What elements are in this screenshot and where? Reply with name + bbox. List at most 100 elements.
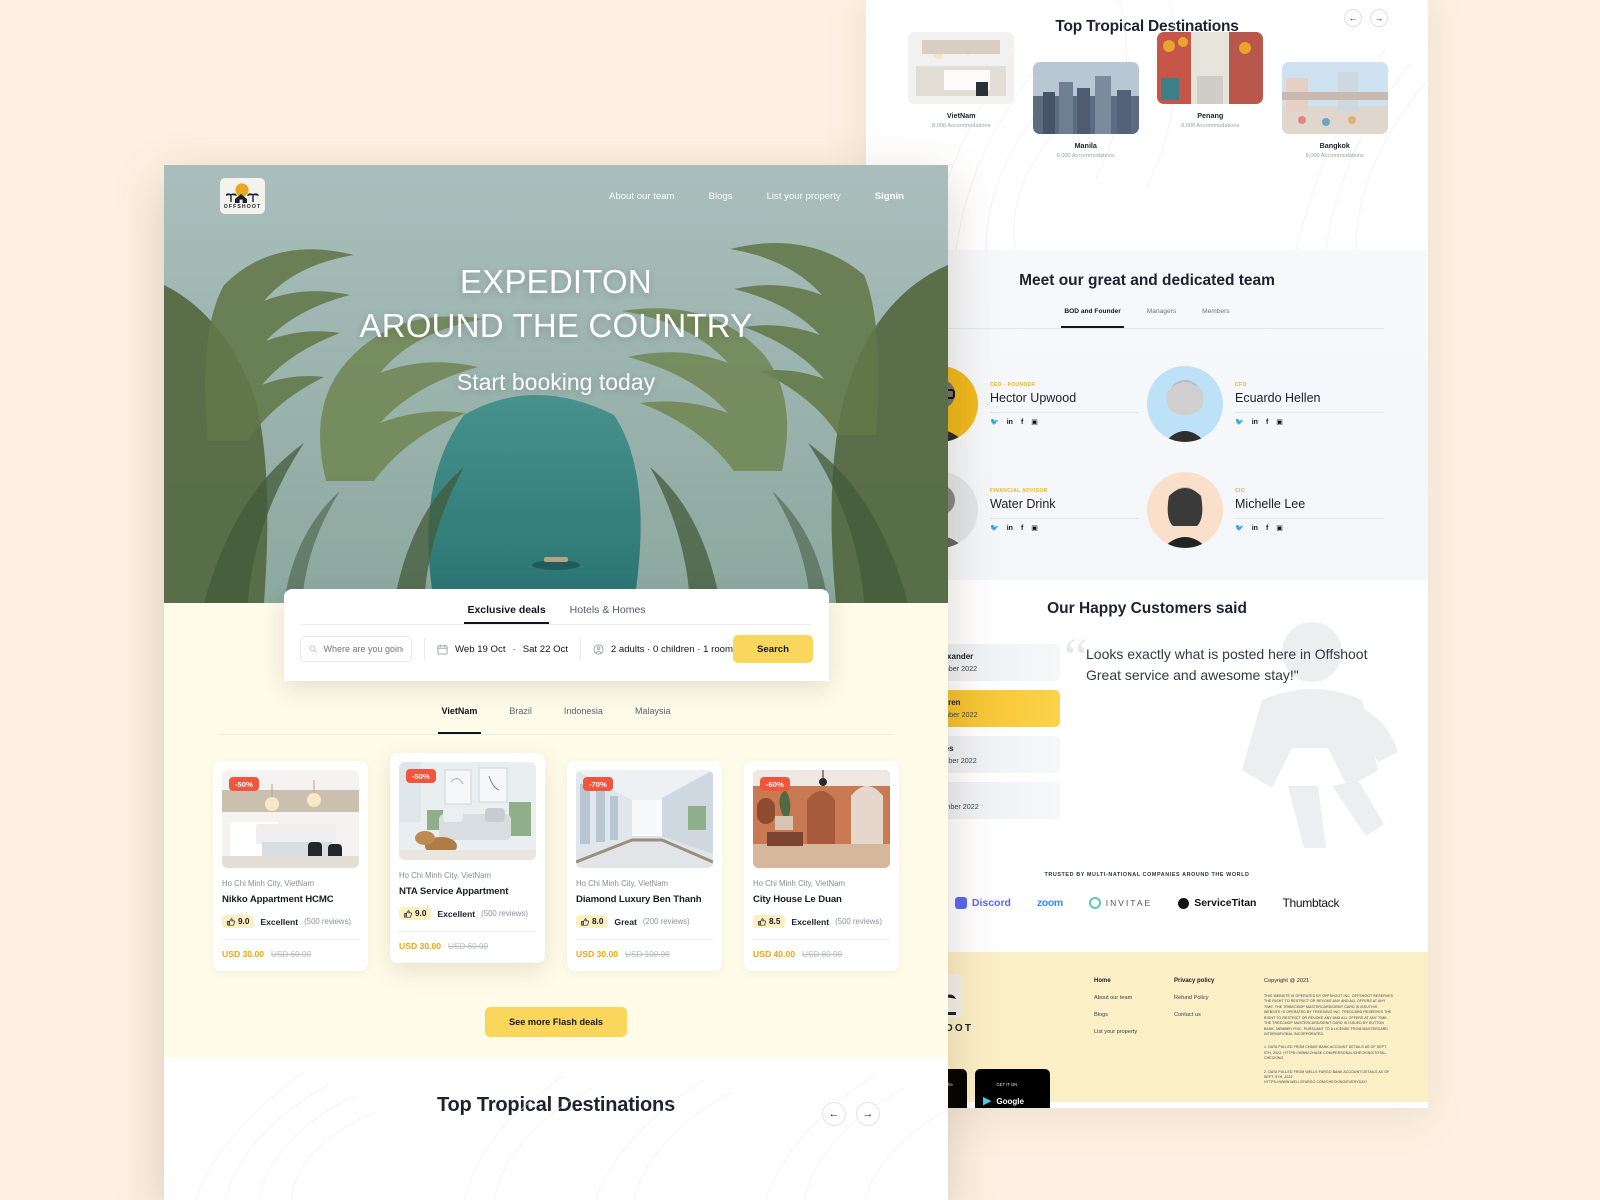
see-more-flash-deals-button[interactable]: See more Flash deals bbox=[485, 1007, 627, 1037]
tab-bod-and-founder[interactable]: BOD and Founder bbox=[1061, 308, 1125, 328]
instagram-icon[interactable]: ▣ bbox=[1031, 525, 1038, 532]
deal-card[interactable]: -50% Ho Chi Minh City, VietNam NTA Servi… bbox=[390, 753, 545, 963]
logo-thumbtack-label: Thumbtack bbox=[1282, 896, 1340, 910]
linkedin-icon[interactable]: in bbox=[1007, 525, 1013, 532]
deal-prices: USD 30.00 USD 60.00 bbox=[222, 949, 359, 959]
destination-card[interactable]: Bangkok 8,000 Accommodations bbox=[1276, 62, 1395, 159]
rating-score: 9.0 bbox=[399, 907, 432, 920]
google-play-large: Google Play bbox=[995, 1097, 1042, 1106]
brand-logo[interactable]: OFFSHOOT bbox=[220, 178, 265, 214]
google-play-small: GET IT ON bbox=[995, 1082, 1017, 1087]
twitter-icon[interactable]: 🐦 bbox=[1235, 419, 1244, 426]
team-member-info: CFO Ecuardo Hellen 🐦 in f ▣ bbox=[1223, 382, 1392, 426]
testimonials-body: Leslie Alexander 26th November 2022 Wade… bbox=[866, 630, 1428, 828]
tab-indonesia[interactable]: Indonesia bbox=[564, 706, 603, 725]
search-tabs: Exclusive deals Hotels & Homes bbox=[284, 589, 829, 624]
tab-brazil[interactable]: Brazil bbox=[509, 706, 532, 725]
twitter-icon[interactable]: 🐦 bbox=[990, 419, 999, 426]
team-member-info: CEO - FOUNDER Hector Upwood 🐦 in f ▣ bbox=[978, 382, 1147, 426]
discord-icon bbox=[954, 897, 967, 909]
destination-sub: 8,000 Accommodations bbox=[1305, 153, 1364, 159]
team-member-name: Water Drink bbox=[990, 497, 1056, 511]
team-grid: CEO - FOUNDER Hector Upwood 🐦 in f ▣ CFO… bbox=[866, 329, 1428, 563]
team-member-info: FINANCIAL ADVISOR Water Drink 🐦 in f ▣ bbox=[978, 488, 1147, 532]
linkedin-icon[interactable]: in bbox=[1252, 419, 1258, 426]
nav-blogs[interactable]: Blogs bbox=[709, 191, 733, 202]
deal-image: -50% bbox=[399, 762, 536, 860]
dates-field[interactable]: Web 19 Oct - Sat 22 Oct bbox=[437, 644, 568, 655]
linkedin-icon[interactable]: in bbox=[1007, 419, 1013, 426]
deal-card[interactable]: -70% Ho Chi Minh City, VietNam Diamond L… bbox=[567, 761, 722, 971]
guests-field[interactable]: 2 adults · 0 children · 1 room bbox=[593, 644, 733, 655]
divider bbox=[580, 638, 581, 660]
tab-hotels-and-homes[interactable]: Hotels & Homes bbox=[570, 604, 646, 624]
rating-score-value: 8.0 bbox=[592, 917, 604, 926]
arrow-right-icon[interactable]: → bbox=[1370, 9, 1388, 27]
divider bbox=[990, 412, 1139, 413]
google-play-button[interactable]: ▶ GET IT ON Google Play bbox=[974, 1069, 1050, 1108]
hero-title: EXPEDITON AROUND THE COUNTRY bbox=[164, 260, 948, 347]
linkedin-icon[interactable]: in bbox=[1252, 525, 1258, 532]
copyright: Copyright @ 2021 bbox=[1264, 978, 1310, 984]
facebook-icon[interactable]: f bbox=[1266, 419, 1268, 426]
rating-score: 8.5 bbox=[753, 915, 786, 928]
search-input[interactable] bbox=[323, 644, 404, 654]
deal-location: Ho Chi Minh City, VietNam bbox=[753, 879, 846, 888]
team-member-name: Ecuardo Hellen bbox=[1235, 391, 1321, 405]
footer-link-contact-us[interactable]: Contact us bbox=[1174, 1012, 1254, 1018]
footer-legal: Copyright @ 2021 THIS WEBSITE IS OPERATE… bbox=[1254, 974, 1394, 1084]
tab-vietnam[interactable]: VietNam bbox=[437, 706, 482, 734]
flash-deal-cards: -50% Ho Chi Minh City, VietNam Nikko App… bbox=[164, 753, 948, 971]
facebook-icon[interactable]: f bbox=[1021, 525, 1023, 532]
nav-signin[interactable]: Signin bbox=[875, 191, 904, 202]
hero-title-line2: AROUND THE COUNTRY bbox=[359, 306, 753, 344]
tab-members[interactable]: Members bbox=[1202, 308, 1229, 321]
gear-icon bbox=[1178, 897, 1190, 909]
destination-field[interactable] bbox=[300, 636, 413, 662]
testimonial-quote-text: Looks exactly what is posted here in Off… bbox=[1086, 646, 1368, 684]
divider bbox=[753, 939, 890, 940]
arrow-left-icon[interactable]: ← bbox=[822, 1102, 846, 1126]
facebook-icon[interactable]: f bbox=[1021, 419, 1023, 426]
team-member-name: Michelle Lee bbox=[1235, 497, 1306, 511]
nav-about-our-team[interactable]: About our team bbox=[609, 191, 675, 202]
tab-malaysia[interactable]: Malaysia bbox=[635, 706, 671, 725]
deal-card[interactable]: -60% Ho Chi Minh City, VietNam City Hous… bbox=[744, 761, 899, 971]
footer-column-home: Home About our team Blogs List your prop… bbox=[1094, 974, 1174, 1080]
search-button[interactable]: Search bbox=[733, 635, 813, 663]
deal-rating: 9.0 Excellent (500 reviews) bbox=[222, 915, 359, 928]
divider bbox=[399, 931, 536, 932]
nav-list-your-property[interactable]: List your property bbox=[767, 191, 841, 202]
deal-location: Ho Chi Minh City, VietNam bbox=[222, 879, 315, 888]
social-links: 🐦 in f ▣ bbox=[1235, 419, 1384, 426]
footer-link-about-our-team[interactable]: About our team bbox=[1094, 995, 1174, 1001]
instagram-icon[interactable]: ▣ bbox=[1276, 419, 1283, 426]
destination-card[interactable]: VietNam 8,000 Accommodations bbox=[902, 32, 1021, 129]
tab-managers[interactable]: Managers bbox=[1147, 308, 1176, 321]
divider bbox=[990, 518, 1139, 519]
deal-image: -60% bbox=[753, 770, 890, 868]
tab-exclusive-deals[interactable]: Exclusive deals bbox=[464, 604, 549, 624]
twitter-icon[interactable]: 🐦 bbox=[990, 525, 999, 532]
twitter-icon[interactable]: 🐦 bbox=[1235, 525, 1244, 532]
arrow-right-icon[interactable]: → bbox=[856, 1102, 880, 1126]
deal-prices: USD 30.00 USD 60.00 bbox=[399, 941, 536, 951]
instagram-icon[interactable]: ▣ bbox=[1276, 525, 1283, 532]
destination-image bbox=[1032, 62, 1139, 134]
arrow-left-icon[interactable]: ← bbox=[1344, 9, 1362, 27]
footer-link-list-your-property[interactable]: List your property bbox=[1094, 1029, 1174, 1035]
destination-card[interactable]: Penang 8,000 Accommodations bbox=[1151, 32, 1270, 129]
destination-image bbox=[1281, 62, 1388, 134]
facebook-icon[interactable]: f bbox=[1266, 525, 1268, 532]
destination-card[interactable]: Manila 8,000 Accommodations bbox=[1027, 62, 1146, 159]
team-member-role: CEO - FOUNDER bbox=[990, 382, 1036, 388]
deal-card[interactable]: -50% Ho Chi Minh City, VietNam Nikko App… bbox=[213, 761, 368, 971]
rating-word: Excellent bbox=[791, 916, 830, 927]
footer-link-blogs[interactable]: Blogs bbox=[1094, 1012, 1174, 1018]
footer-col2-heading: Privacy policy bbox=[1174, 978, 1215, 984]
footer-link-refund-policy[interactable]: Refund Policy bbox=[1174, 995, 1254, 1001]
social-links: 🐦 in f ▣ bbox=[990, 525, 1139, 532]
instagram-icon[interactable]: ▣ bbox=[1031, 419, 1038, 426]
hero-title-line1: EXPEDITON bbox=[460, 263, 652, 300]
hero-copy: EXPEDITON AROUND THE COUNTRY Start booki… bbox=[164, 260, 948, 396]
